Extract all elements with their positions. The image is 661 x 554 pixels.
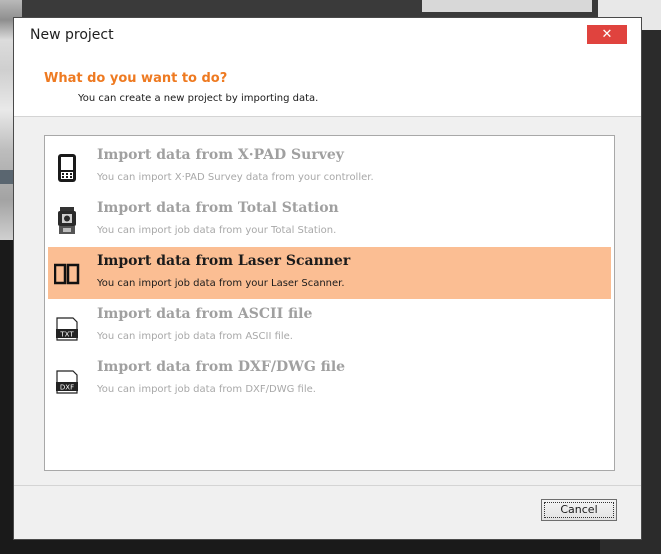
total-station-icon xyxy=(58,207,76,234)
close-button[interactable]: ✕ xyxy=(587,25,627,44)
option-description: You can import job data from your Total … xyxy=(97,225,337,236)
option-ascii-file[interactable]: TXT Import data from ASCII file You can … xyxy=(48,300,611,352)
new-project-dialog: New project ✕ What do you want to do? Yo… xyxy=(13,17,642,540)
option-total-station[interactable]: Import data from Total Station You can i… xyxy=(48,194,611,246)
background-panel xyxy=(422,0,592,12)
option-description: You can import job data from DXF/DWG fil… xyxy=(97,384,316,395)
txt-icon-label: TXT xyxy=(59,331,74,339)
dialog-heading: What do you want to do? xyxy=(44,71,228,86)
dialog-title: New project xyxy=(30,27,114,43)
option-description: You can import job data from your Laser … xyxy=(97,278,345,289)
laser-scanner-icon xyxy=(54,263,80,285)
option-title: Import data from ASCII file xyxy=(97,306,313,322)
dialog-subheading: You can create a new project by importin… xyxy=(78,93,319,104)
option-title: Import data from DXF/DWG file xyxy=(97,359,346,375)
option-xpad-survey[interactable]: Import data from X·PAD Survey You can im… xyxy=(48,141,611,193)
close-icon: ✕ xyxy=(601,27,613,42)
dxf-icon-label: DXF xyxy=(60,384,74,392)
txt-file-icon: TXT xyxy=(56,317,78,341)
option-description: You can import job data from ASCII file. xyxy=(97,331,293,342)
cancel-button[interactable]: Cancel xyxy=(541,499,617,521)
option-dxf-dwg-file[interactable]: DXF Import data from DXF/DWG file You ca… xyxy=(48,353,611,405)
option-description: You can import X·PAD Survey data from yo… xyxy=(97,172,374,183)
controller-icon xyxy=(58,154,76,182)
import-options-list: Import data from X·PAD Survey You can im… xyxy=(44,135,615,471)
dxf-file-icon: DXF xyxy=(56,370,78,394)
dialog-titlebar: New project ✕ xyxy=(14,18,641,52)
footer-divider xyxy=(14,485,641,486)
dialog-header: What do you want to do? You can create a… xyxy=(14,52,641,117)
option-laser-scanner[interactable]: Import data from Laser Scanner You can i… xyxy=(48,247,611,299)
option-title: Import data from Laser Scanner xyxy=(97,253,351,269)
option-title: Import data from X·PAD Survey xyxy=(97,147,344,163)
option-title: Import data from Total Station xyxy=(97,200,339,216)
